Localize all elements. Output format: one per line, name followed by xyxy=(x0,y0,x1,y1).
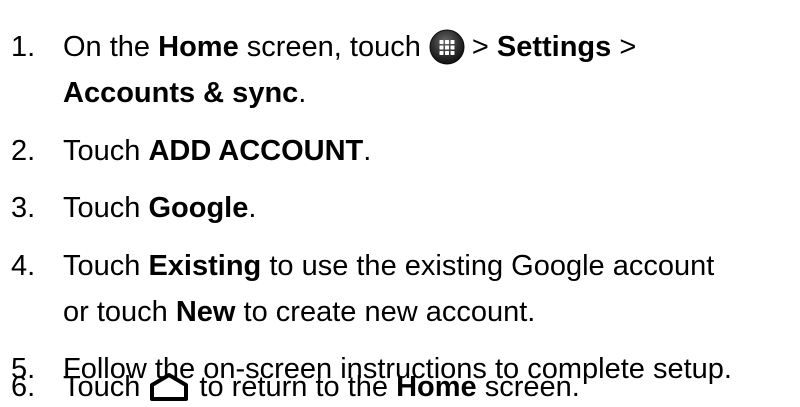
step-text-segment: to use the existing Google account xyxy=(261,249,715,282)
step-text-segment: On the xyxy=(63,30,159,63)
home-outline-icon xyxy=(150,373,189,401)
step-text-segment: Touch xyxy=(63,134,149,167)
step-bold-term: Google xyxy=(148,191,249,224)
step-text: or touch New to create new account. xyxy=(63,295,536,328)
step-text-segment: > xyxy=(611,30,637,63)
step-text-segment: > xyxy=(471,30,497,63)
step-number: 4. xyxy=(11,249,36,282)
step-text: Touch to return to the Home screen. xyxy=(63,372,580,402)
step-bold-term: Existing xyxy=(148,249,262,282)
step-text-segment: . xyxy=(363,134,372,167)
step-bold-term: Settings xyxy=(496,30,612,63)
step-text-segment: to return to the xyxy=(199,370,397,403)
step-text: On the Home screen, touch > Settings > xyxy=(63,29,636,65)
step-text-segment: screen, touch xyxy=(238,30,421,63)
step-text-segment: screen. xyxy=(476,370,580,403)
step-text: Touch Google . xyxy=(63,191,257,224)
step-number: 6. xyxy=(11,370,36,403)
step-bold-term: New xyxy=(175,295,236,328)
step-text: Accounts & sync . xyxy=(63,76,307,109)
apps-grid-icon xyxy=(429,29,465,65)
step-text-segment: . xyxy=(298,76,307,109)
step-text-segment: or touch xyxy=(63,295,176,328)
step-bold-term: ADD ACCOUNT xyxy=(148,134,364,167)
step-number: 1. xyxy=(11,30,36,63)
step-number: 3. xyxy=(11,191,36,224)
step-bold-term: Accounts & sync xyxy=(63,76,299,109)
step-number: 2. xyxy=(11,134,36,167)
step-text-segment: Touch xyxy=(63,249,149,282)
step-text: Touch ADD ACCOUNT . xyxy=(63,134,372,167)
step-text-segment: Touch xyxy=(63,370,141,403)
instruction-steps: 1. On the Home screen, touch > Settings … xyxy=(0,0,800,407)
step-bold-term: Home xyxy=(396,370,477,403)
step-text-segment: Touch xyxy=(63,191,149,224)
step-text-segment: to create new account. xyxy=(235,295,536,328)
step-text: Touch Existing to use the existing Googl… xyxy=(63,249,715,282)
step-bold-term: Home xyxy=(158,30,239,63)
step-text-segment: . xyxy=(248,191,257,224)
